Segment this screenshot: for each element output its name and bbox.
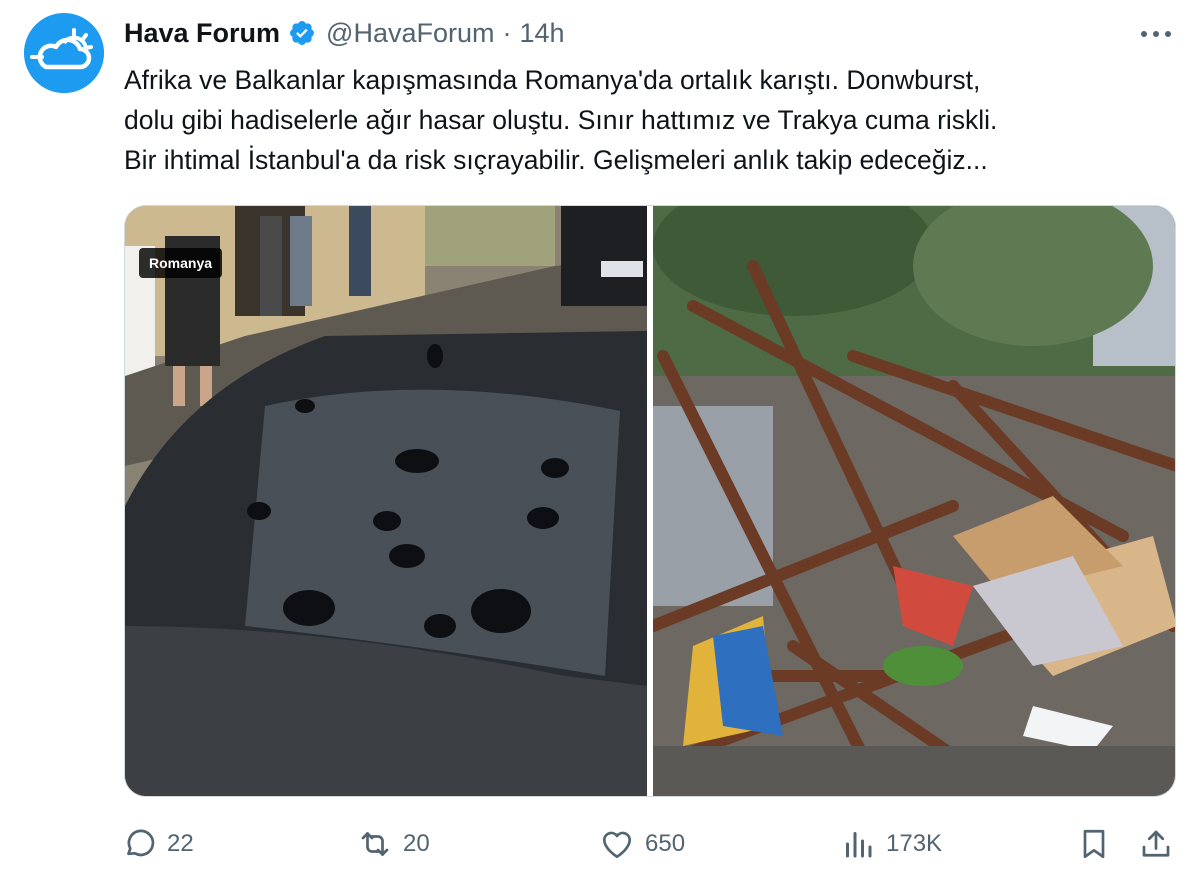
storm-debris-photo[interactable] bbox=[653, 206, 1175, 796]
reply-icon bbox=[127, 829, 155, 857]
retweet-count: 20 bbox=[403, 830, 430, 857]
reply-count: 22 bbox=[167, 830, 194, 857]
retweet-icon bbox=[361, 832, 389, 856]
views-count: 173K bbox=[886, 830, 943, 857]
weather-cloud-sun-icon bbox=[24, 13, 104, 93]
more-dots-icon bbox=[1141, 31, 1171, 37]
tweet-header: Hava Forum @HavaForum · 14h bbox=[124, 14, 565, 52]
like-count: 650 bbox=[645, 830, 686, 857]
tweet-text-line: Bir ihtimal İstanbul'a da risk sıçrayabi… bbox=[124, 145, 988, 175]
retweet-button[interactable]: 20 bbox=[357, 820, 430, 868]
author-handle[interactable]: @HavaForum bbox=[326, 18, 494, 49]
reply-button[interactable]: 22 bbox=[121, 820, 194, 868]
tweet-actions: 22 20 650 173K bbox=[0, 820, 1200, 868]
location-tag: Romanya bbox=[139, 248, 223, 278]
like-button[interactable]: 650 bbox=[599, 820, 685, 868]
avatar[interactable] bbox=[24, 13, 104, 93]
share-button[interactable] bbox=[1138, 820, 1174, 868]
separator-dot: · bbox=[502, 17, 512, 48]
bookmark-button[interactable] bbox=[1076, 820, 1112, 868]
tweet-text-line: dolu gibi hadiselerle ağır hasar oluştu.… bbox=[124, 105, 998, 135]
tweet-text-line: Afrika ve Balkanlar kapışmasında Romanya… bbox=[124, 65, 981, 95]
views-button[interactable]: 173K bbox=[840, 820, 942, 868]
tweet-text: Afrika ve Balkanlar kapışmasında Romanya… bbox=[124, 60, 1184, 180]
views-chart-icon bbox=[846, 832, 872, 858]
timestamp[interactable]: 14h bbox=[520, 18, 565, 49]
more-options-button[interactable] bbox=[1136, 20, 1176, 48]
share-icon bbox=[1142, 830, 1170, 857]
bookmark-icon bbox=[1083, 829, 1105, 859]
heart-icon bbox=[602, 831, 632, 859]
author-display-name[interactable]: Hava Forum bbox=[124, 18, 280, 49]
hail-damaged-car-photo[interactable]: Romanya bbox=[125, 206, 647, 796]
verified-badge-icon[interactable] bbox=[288, 19, 316, 47]
media-grid: Romanya bbox=[124, 205, 1176, 797]
